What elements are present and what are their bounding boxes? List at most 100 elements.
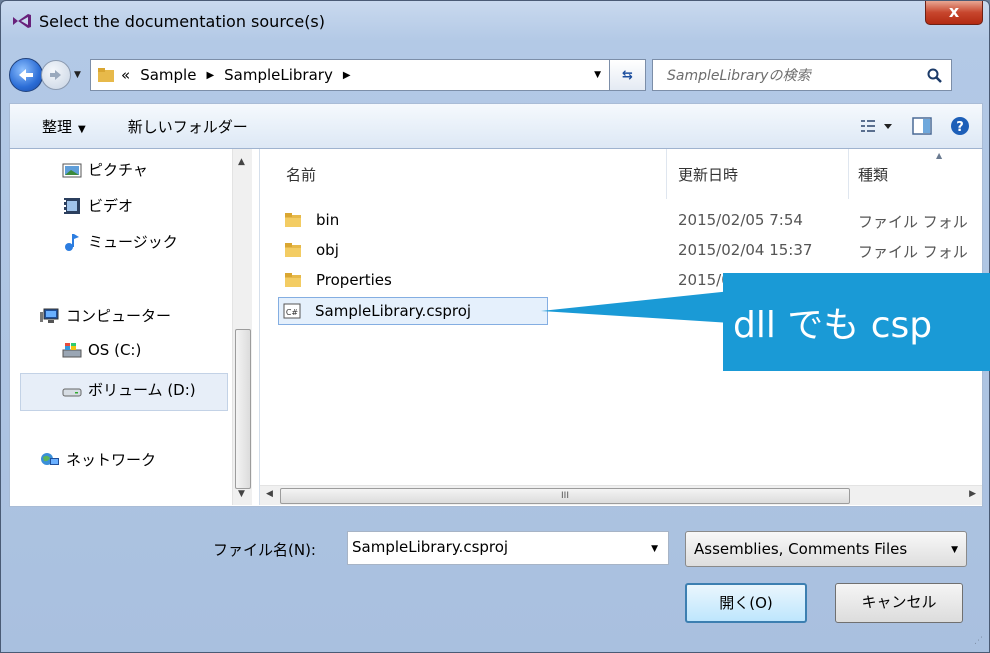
- file-type: ファイル フォル: [858, 213, 968, 231]
- view-options-button[interactable]: [860, 118, 894, 138]
- search-placeholder: SampleLibraryの検索: [667, 68, 811, 84]
- search-input[interactable]: SampleLibraryの検索: [652, 59, 952, 91]
- chevron-right-icon[interactable]: ▶: [206, 70, 214, 81]
- scroll-up-icon[interactable]: ▲: [238, 157, 245, 167]
- table-row[interactable]: obj 2015/02/04 15:37 ファイル フォル: [280, 237, 980, 265]
- dialog-window: Select the documentation source(s) x ▼ «…: [0, 0, 990, 653]
- arrow-right-icon: [50, 70, 61, 80]
- new-folder-button[interactable]: 新しいフォルダー: [128, 116, 248, 137]
- nav-item-label: ボリューム (D:): [88, 381, 196, 399]
- nav-item-drive-d[interactable]: ボリューム (D:): [62, 379, 196, 400]
- file-date: 2015/0: [677, 302, 730, 320]
- drive-c-icon: [62, 343, 82, 358]
- file-name: Properties: [316, 271, 392, 289]
- visual-studio-icon: [13, 14, 31, 28]
- annotation-callout: dll でも csp: [723, 273, 990, 371]
- file-name: bin: [316, 211, 340, 229]
- address-bar[interactable]: « Sample ▶ SampleLibrary ▶ ▼: [90, 59, 610, 91]
- address-segment-samplelibrary[interactable]: SampleLibrary: [224, 66, 333, 84]
- title-bar: Select the documentation source(s) x: [1, 1, 989, 41]
- nav-item-pictures[interactable]: ピクチャ: [62, 159, 148, 180]
- view-list-icon: [861, 120, 892, 132]
- chevron-right-icon[interactable]: ▶: [343, 70, 351, 81]
- recent-locations-dropdown[interactable]: ▼: [74, 70, 86, 80]
- column-divider[interactable]: [666, 149, 667, 199]
- help-icon: ?: [951, 117, 969, 135]
- file-horizontal-scrollbar[interactable]: ◀ III ▶: [260, 485, 982, 505]
- nav-item-label: ネットワーク: [66, 451, 157, 469]
- filename-value: SampleLibrary.csproj: [352, 538, 509, 556]
- svg-text:?: ?: [956, 120, 964, 135]
- preview-pane-button[interactable]: [912, 117, 932, 139]
- nav-item-drive-c[interactable]: OS (C:): [62, 341, 141, 359]
- folder-icon: [98, 68, 114, 82]
- view-controls: ?: [860, 116, 970, 140]
- nav-item-computer[interactable]: コンピューター: [40, 305, 171, 326]
- table-row[interactable]: bin 2015/02/05 7:54 ファイル フォル: [280, 207, 980, 235]
- file-type: ファイル フォル: [858, 243, 968, 261]
- nav-item-label: ピクチャ: [88, 161, 148, 179]
- svg-text:C#: C#: [286, 308, 299, 317]
- nav-item-music[interactable]: ミュージック: [62, 231, 178, 252]
- nav-item-label: ミュージック: [88, 233, 178, 251]
- nav-item-label: ビデオ: [88, 197, 134, 215]
- folder-icon: [285, 213, 301, 227]
- forward-button[interactable]: [41, 60, 71, 90]
- column-header-name[interactable]: 名前: [286, 149, 316, 199]
- csharp-project-icon: C#: [283, 303, 301, 319]
- resize-grip-icon[interactable]: ⋰: [974, 636, 983, 646]
- scroll-down-icon[interactable]: ▼: [238, 489, 245, 499]
- navigation-row: ▼ « Sample ▶ SampleLibrary ▶ ▼ ⇆ SampleL…: [9, 57, 983, 93]
- organize-label: 整理: [42, 117, 73, 136]
- file-date: 2015/02/04 15:37: [678, 241, 813, 259]
- nav-item-videos[interactable]: ビデオ: [62, 195, 133, 216]
- table-row-selected[interactable]: C# SampleLibrary.csproj 2015/0: [278, 297, 730, 325]
- chevron-down-icon[interactable]: ▼: [651, 544, 658, 554]
- music-icon: [65, 233, 79, 251]
- folder-icon: [285, 273, 301, 287]
- navigation-pane: ピクチャ ビデオ ミュージック コンピューター OS (C:) ボリューム (D…: [10, 149, 260, 505]
- window-title: Select the documentation source(s): [39, 11, 326, 31]
- chevron-down-icon: ▼: [78, 123, 86, 135]
- filter-value: Assemblies, Comments Files: [694, 540, 908, 558]
- file-date: 2015/02/05 7:54: [678, 211, 803, 229]
- arrow-left-icon: [19, 69, 33, 81]
- open-button[interactable]: 開く(O): [685, 583, 807, 623]
- computer-icon: [40, 308, 59, 323]
- nav-item-label: OS (C:): [88, 341, 142, 359]
- command-toolbar: 整理 ▼ 新しいフォルダー ?: [9, 103, 983, 149]
- videos-icon: [64, 197, 80, 214]
- search-icon[interactable]: [927, 68, 943, 84]
- filename-field[interactable]: SampleLibrary.csproj ▼: [347, 531, 669, 565]
- address-segment-sample[interactable]: Sample: [140, 66, 196, 84]
- refresh-icon: ⇆: [622, 67, 633, 83]
- network-icon: [41, 452, 59, 465]
- file-type-filter[interactable]: Assemblies, Comments Files ▼: [685, 531, 967, 567]
- chevron-down-icon[interactable]: ▼: [951, 545, 958, 555]
- address-overflow[interactable]: «: [121, 66, 130, 84]
- pictures-icon: [62, 163, 82, 177]
- back-button[interactable]: [9, 58, 43, 92]
- scroll-thumb[interactable]: [235, 329, 251, 489]
- filename-label: ファイル名(N):: [213, 541, 316, 559]
- preview-pane-icon: [912, 117, 932, 135]
- nav-item-network[interactable]: ネットワーク: [40, 449, 156, 470]
- folder-icon: [285, 243, 301, 257]
- refresh-button[interactable]: ⇆: [610, 59, 646, 91]
- chevron-down-icon[interactable]: ▼: [594, 70, 601, 80]
- cancel-button[interactable]: キャンセル: [835, 583, 963, 623]
- file-name: SampleLibrary.csproj: [315, 302, 472, 320]
- scroll-right-icon[interactable]: ▶: [969, 489, 976, 499]
- column-divider[interactable]: [848, 149, 849, 199]
- column-header-type[interactable]: 種類: [858, 149, 888, 199]
- sort-ascending-icon: ▲: [936, 151, 943, 160]
- scroll-left-icon[interactable]: ◀: [266, 489, 273, 499]
- drive-d-icon: [62, 388, 82, 396]
- organize-button[interactable]: 整理 ▼: [42, 116, 86, 137]
- close-button[interactable]: x: [925, 1, 983, 25]
- help-button[interactable]: ?: [950, 116, 970, 140]
- column-header-date[interactable]: 更新日時: [678, 149, 738, 199]
- nav-vertical-scrollbar[interactable]: ▲ ▼: [232, 149, 252, 505]
- scroll-grip: III: [561, 491, 569, 501]
- scroll-thumb[interactable]: III: [280, 488, 850, 504]
